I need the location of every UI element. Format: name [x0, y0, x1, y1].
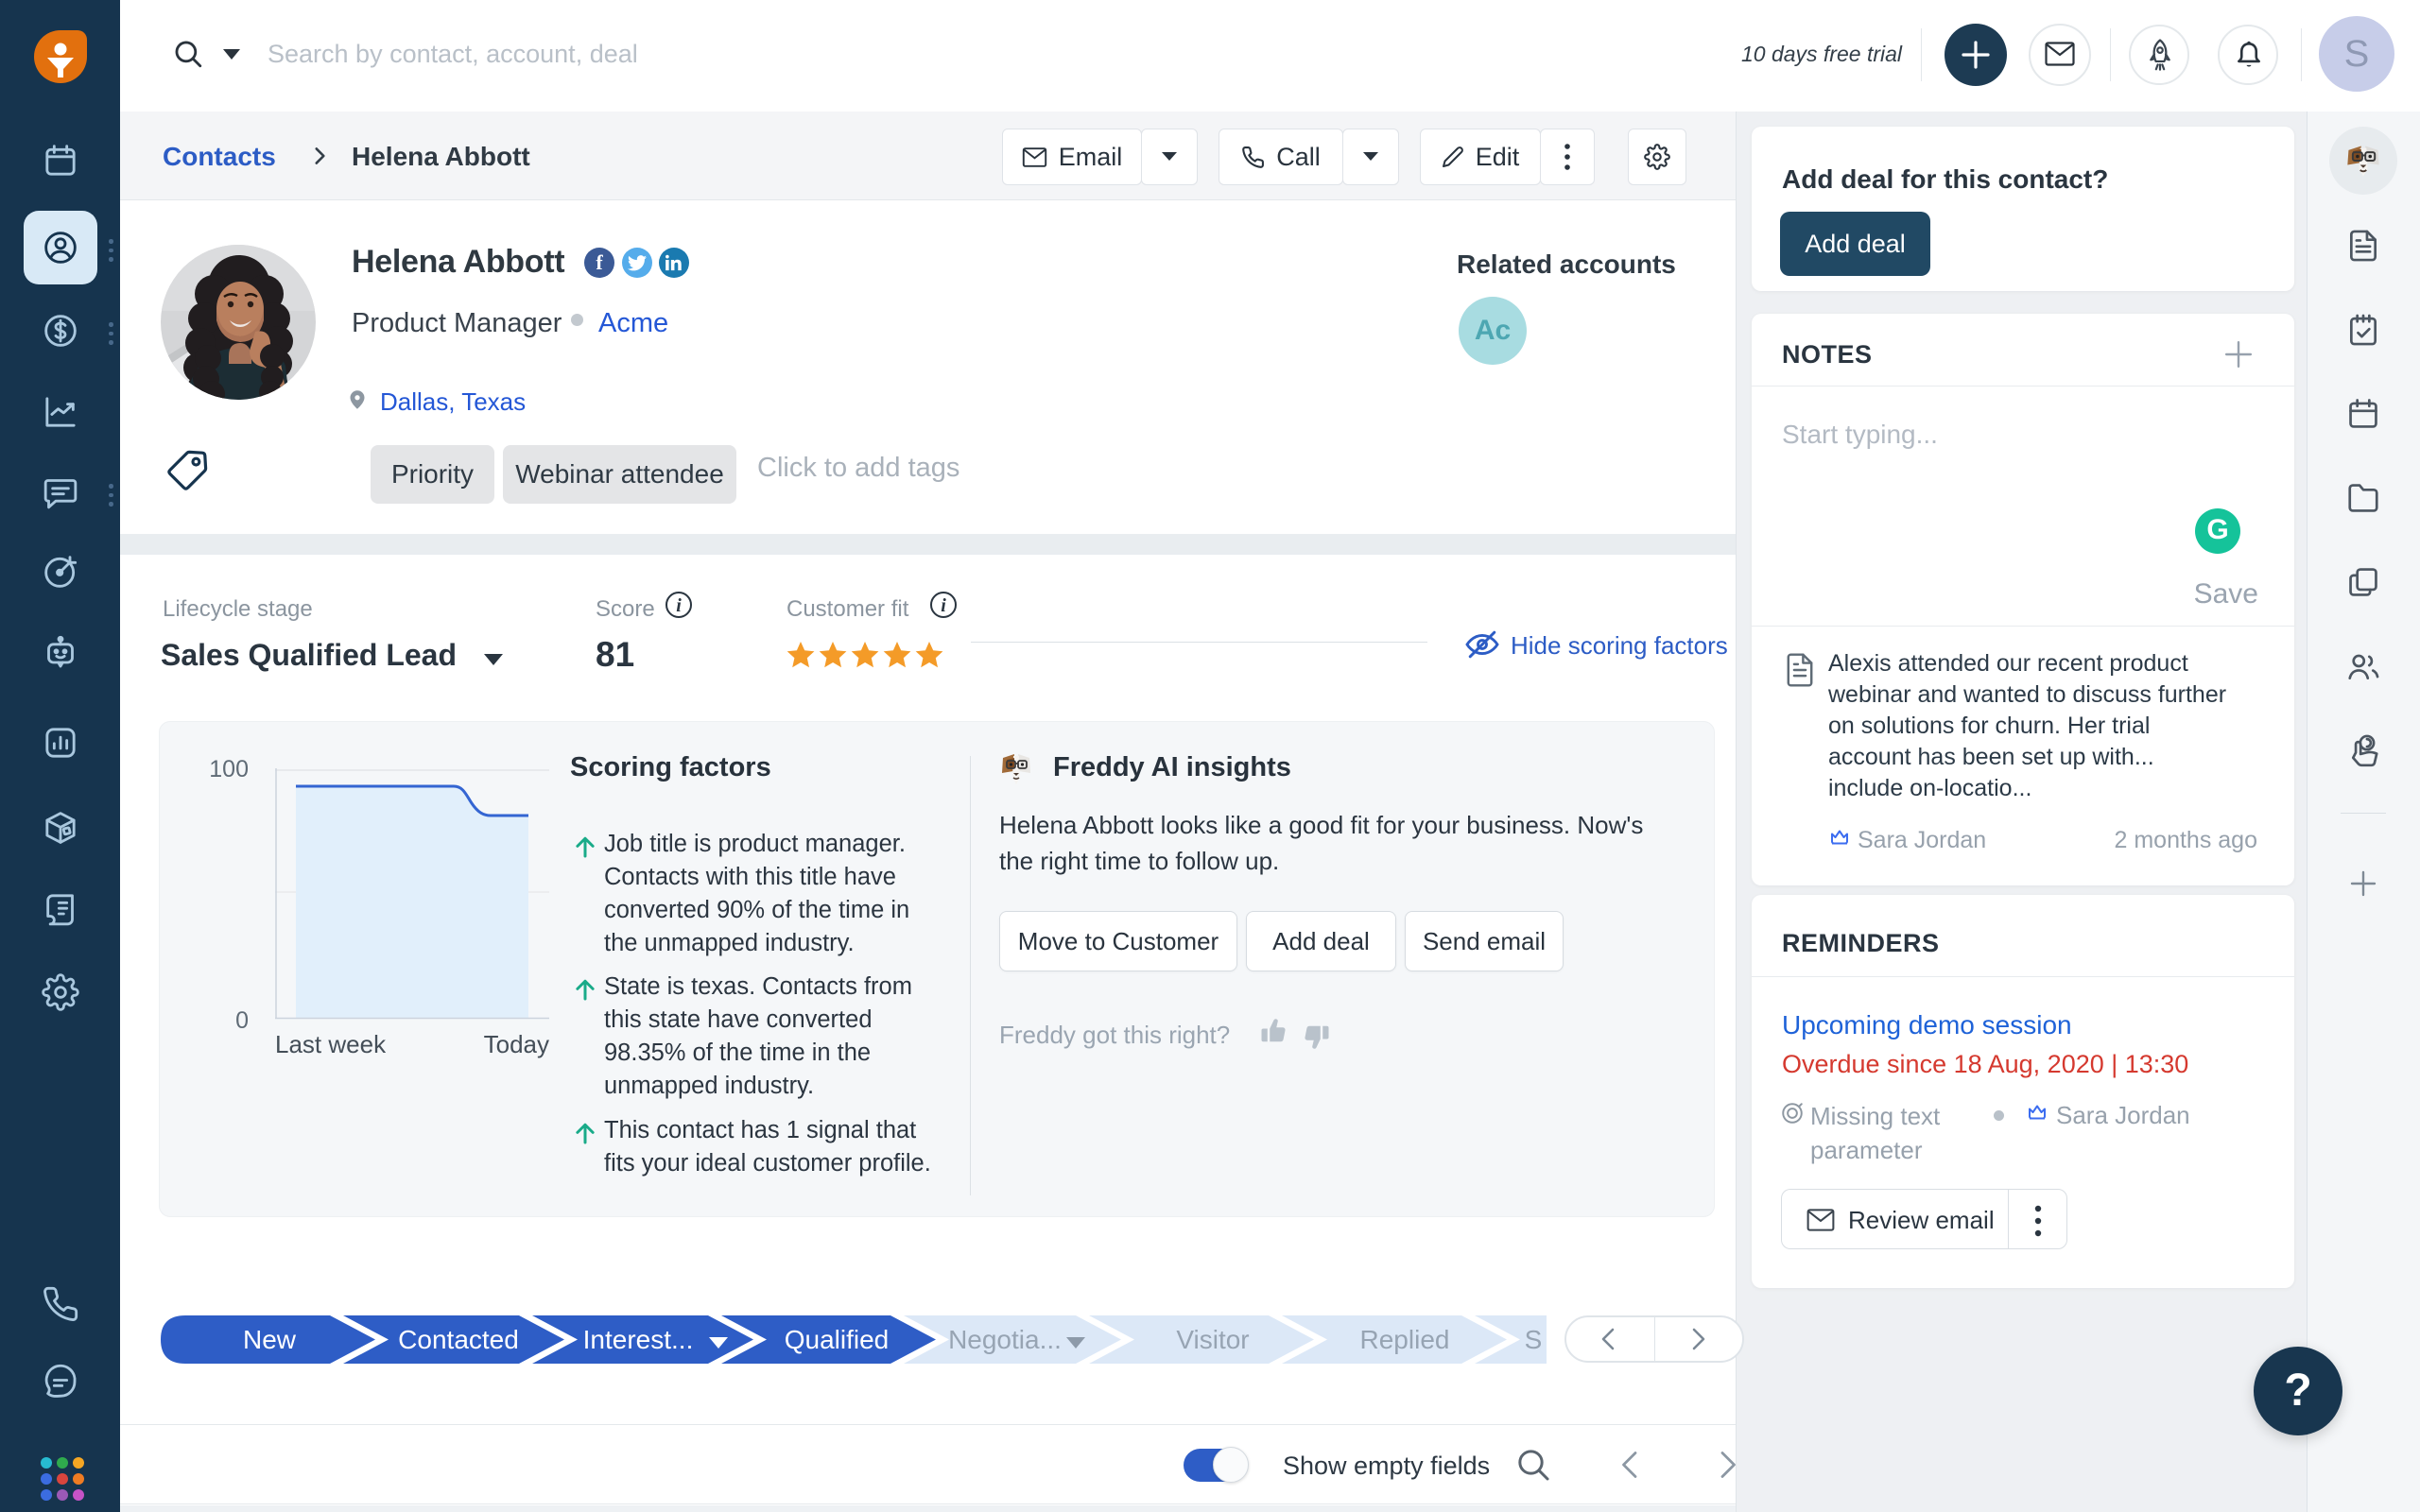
svg-text:Negotia...: Negotia... — [948, 1325, 1062, 1354]
svg-text:New: New — [243, 1325, 297, 1354]
svg-text:Interest...: Interest... — [583, 1325, 694, 1354]
svg-text:Visitor: Visitor — [1176, 1325, 1249, 1354]
svg-text:S: S — [1525, 1325, 1543, 1354]
svg-text:Replied: Replied — [1360, 1325, 1450, 1354]
svg-text:Contacted: Contacted — [398, 1325, 519, 1354]
svg-text:Qualified: Qualified — [785, 1325, 890, 1354]
